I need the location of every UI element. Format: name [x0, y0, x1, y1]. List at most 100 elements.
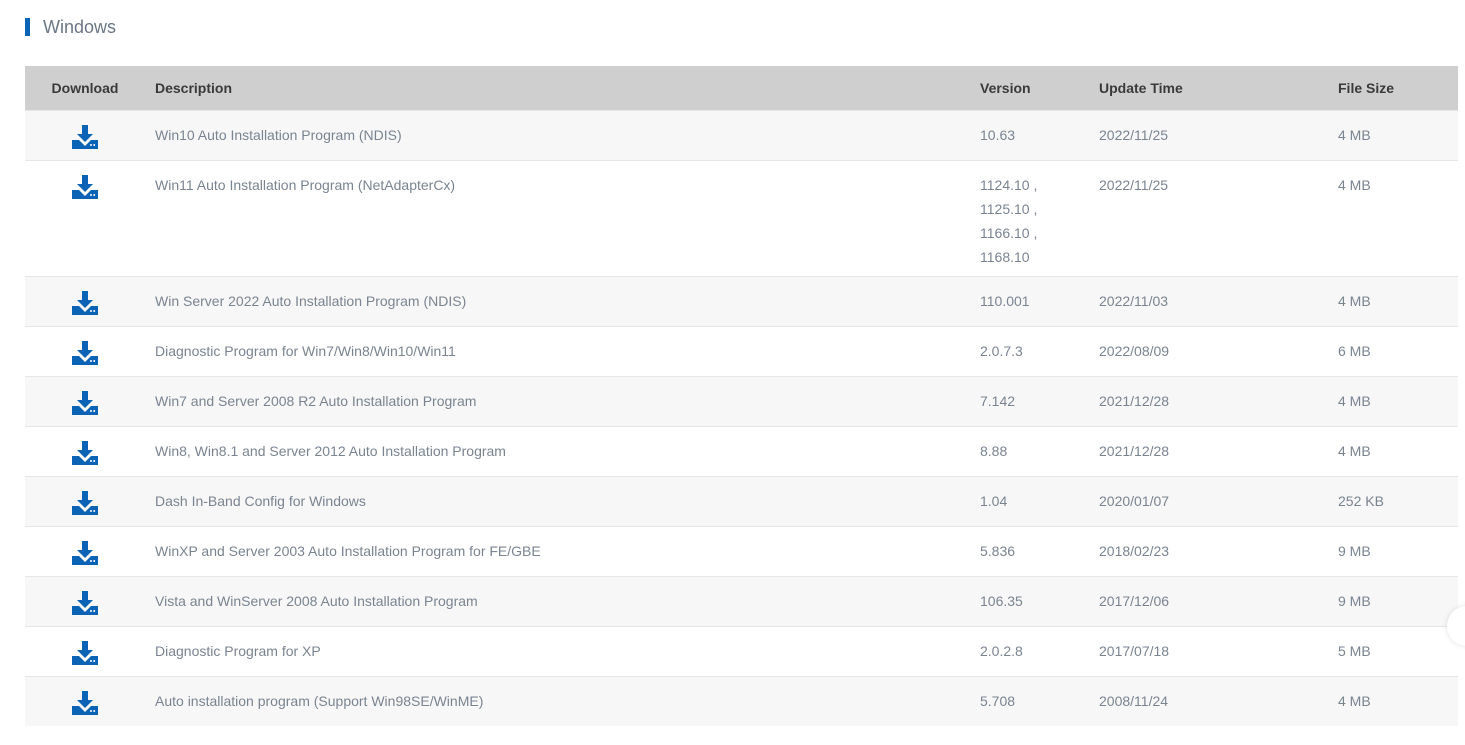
- version-value: 1168.10: [980, 248, 1030, 265]
- version-value: 110.001: [980, 292, 1030, 309]
- download-icon[interactable]: [71, 389, 99, 417]
- download-cell: [25, 476, 145, 526]
- table-row: WinXP and Server 2003 Auto Installation …: [25, 526, 1458, 576]
- download-icon[interactable]: [71, 173, 99, 201]
- header-version: Version: [980, 79, 1031, 96]
- file-size-cell: 5 MB: [1338, 642, 1371, 659]
- version-cell: 106.35: [980, 576, 1099, 626]
- section-accent-bar: [25, 18, 30, 36]
- version-value: 1124.10 ,: [980, 176, 1038, 193]
- download-cell: [25, 426, 145, 476]
- file-size-cell: 4 MB: [1338, 692, 1371, 709]
- version-value: 1166.10 ,: [980, 224, 1038, 241]
- section-title: Windows: [43, 17, 117, 37]
- header-update-time: Update Time: [1099, 79, 1183, 96]
- description-cell: Diagnostic Program for Win7/Win8/Win10/W…: [155, 342, 456, 359]
- update-time-cell: 2018/02/23: [1099, 542, 1170, 559]
- update-time-cell: 2022/11/03: [1099, 292, 1169, 309]
- section-header: Windows: [25, 17, 116, 37]
- download-icon[interactable]: [71, 489, 99, 517]
- download-icon[interactable]: [71, 123, 99, 151]
- update-time-cell: 2022/08/09: [1099, 342, 1170, 359]
- table-row: Vista and WinServer 2008 Auto Installati…: [25, 576, 1458, 626]
- download-cell: [25, 526, 145, 576]
- description-cell: Win11 Auto Installation Program (NetAdap…: [155, 176, 456, 193]
- version-cell: 8.88: [980, 426, 1099, 476]
- version-cell: 10.63: [980, 110, 1099, 160]
- version-value: 1.04: [980, 492, 1008, 509]
- version-cell: 1.04: [980, 476, 1099, 526]
- description-cell: Dash In-Band Config for Windows: [155, 492, 366, 509]
- version-cell: 5.708: [980, 676, 1099, 726]
- download-icon[interactable]: [71, 339, 99, 367]
- download-cell: [25, 160, 145, 276]
- version-value: 5.708: [980, 692, 1016, 709]
- download-cell: [25, 676, 145, 726]
- description-cell: Diagnostic Program for XP: [155, 642, 321, 659]
- header-download: Download: [51, 79, 119, 96]
- update-time-cell: 2020/01/07: [1099, 492, 1170, 509]
- version-cell: 1124.10 , 1125.10 , 1166.10 , 1168.10: [980, 160, 1099, 276]
- update-time-cell: 2008/11/24: [1099, 692, 1169, 709]
- table-row: Win11 Auto Installation Program (NetAdap…: [25, 160, 1458, 276]
- file-size-cell: 252 KB: [1338, 492, 1384, 509]
- download-icon[interactable]: [71, 589, 99, 617]
- update-time-cell: 2022/11/25: [1099, 126, 1169, 143]
- version-value: 5.836: [980, 542, 1016, 559]
- version-cell: 2.0.2.8: [980, 626, 1099, 676]
- version-cell: 5.836: [980, 526, 1099, 576]
- description-cell: WinXP and Server 2003 Auto Installation …: [155, 542, 541, 559]
- description-cell: Auto installation program (Support Win98…: [155, 692, 484, 709]
- header-description: Description: [155, 79, 233, 96]
- download-icon[interactable]: [71, 539, 99, 567]
- file-size-cell: 4 MB: [1338, 292, 1371, 309]
- version-cell: 2.0.7.3: [980, 326, 1099, 376]
- update-time-cell: 2021/12/28: [1099, 392, 1170, 409]
- version-value: 1125.10 ,: [980, 200, 1038, 217]
- table-row: Diagnostic Program for XP 2.0.2.8 2017/07/…: [25, 626, 1458, 676]
- download-cell: [25, 376, 145, 426]
- version-value: 2.0.2.8: [980, 642, 1023, 659]
- description-cell: Vista and WinServer 2008 Auto Installati…: [155, 592, 478, 609]
- file-size-cell: 9 MB: [1338, 592, 1371, 609]
- file-size-cell: 4 MB: [1338, 392, 1371, 409]
- update-time-cell: 2022/11/25: [1099, 176, 1169, 193]
- download-icon[interactable]: [71, 689, 99, 717]
- table-row: Win8, Win8.1 and Server 2012 Auto Instal…: [25, 426, 1458, 476]
- version-value: 106.35: [980, 592, 1023, 609]
- file-size-cell: 6 MB: [1338, 342, 1371, 359]
- file-size-cell: 4 MB: [1338, 176, 1371, 193]
- downloads-table-container: Download Description Version Update Time…: [25, 66, 1458, 726]
- header-file-size: File Size: [1338, 79, 1395, 96]
- download-cell: [25, 576, 145, 626]
- version-value: 10.63: [980, 126, 1016, 143]
- table-row: Diagnostic Program for Win7/Win8/Win10/W…: [25, 326, 1458, 376]
- table-row: Win10 Auto Installation Program (NDIS) 10…: [25, 110, 1458, 160]
- table-row: Win7 and Server 2008 R2 Auto Installatio…: [25, 376, 1458, 426]
- download-cell: [25, 110, 145, 160]
- file-size-cell: 4 MB: [1338, 442, 1371, 459]
- update-time-cell: 2021/12/28: [1099, 442, 1170, 459]
- version-value: 7.142: [980, 392, 1016, 409]
- file-size-cell: 4 MB: [1338, 126, 1371, 143]
- download-icon[interactable]: [71, 289, 99, 317]
- description-cell: Win8, Win8.1 and Server 2012 Auto Instal…: [155, 442, 506, 459]
- update-time-cell: 2017/12/06: [1099, 592, 1170, 609]
- download-icon[interactable]: [71, 439, 99, 467]
- description-cell: Win Server 2022 Auto Installation Progra…: [155, 292, 467, 309]
- version-cell: 110.001: [980, 276, 1099, 326]
- description-cell: Win7 and Server 2008 R2 Auto Installatio…: [155, 392, 477, 409]
- table-row: Auto installation program (Support Win98…: [25, 676, 1458, 726]
- download-cell: [25, 626, 145, 676]
- update-time-cell: 2017/07/18: [1099, 642, 1170, 659]
- download-icon[interactable]: [71, 639, 99, 667]
- file-size-cell: 9 MB: [1338, 542, 1371, 559]
- version-cell: 7.142: [980, 376, 1099, 426]
- description-cell: Win10 Auto Installation Program (NDIS): [155, 126, 402, 143]
- version-value: 8.88: [980, 442, 1008, 459]
- table-header-row: Download Description Version Update Time…: [25, 66, 1458, 110]
- downloads-table: Download Description Version Update Time…: [25, 66, 1458, 726]
- download-cell: [25, 276, 145, 326]
- version-value: 2.0.7.3: [980, 342, 1023, 359]
- download-cell: [25, 326, 145, 376]
